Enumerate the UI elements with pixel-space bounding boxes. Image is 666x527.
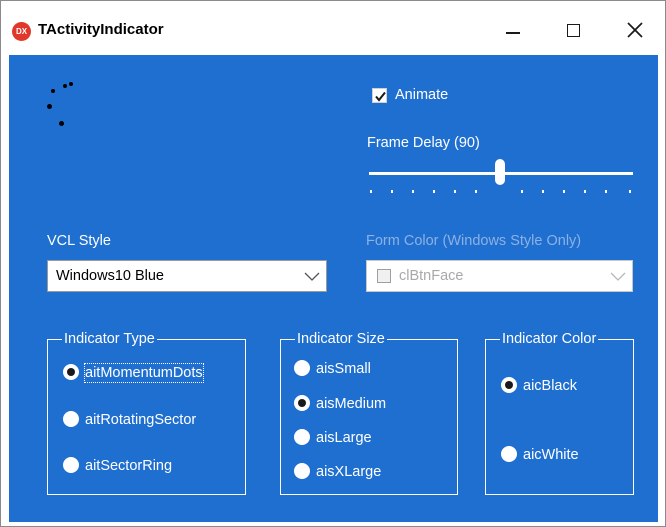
indicator-color-group: Indicator Color aicBlack aicWhite [485,330,634,495]
form-color-value: clBtnFace [399,268,464,284]
radio-button[interactable] [501,377,517,393]
radio-aitMomentumDots[interactable]: aitMomentumDots [63,362,238,384]
radio-aisXLarge[interactable]: aisXLarge [294,461,444,483]
radio-aicWhite[interactable]: aicWhite [501,444,621,466]
slider-tick [391,190,393,193]
slider-tick [629,190,631,193]
close-button[interactable] [613,9,657,47]
indicator-size-group: Indicator Size aisSmall aisMedium aisLar… [280,330,458,495]
radio-label: aisSmall [316,361,371,377]
vcl-style-label: VCL Style [47,233,111,249]
radio-selected-dot [298,399,306,407]
color-swatch [377,269,391,283]
radio-button[interactable] [501,446,517,462]
radio-aicBlack[interactable]: aicBlack [501,375,621,397]
radio-button[interactable] [63,364,79,380]
radio-label: aitSectorRing [85,458,173,474]
indicator-dot [69,82,73,86]
indicator-type-group: Indicator Type aitMomentumDots aitRotati… [47,330,246,495]
main-window: DX TActivityIndicator Animate Frame Dela… [0,0,666,527]
radio-aisLarge[interactable]: aisLarge [294,427,444,449]
frame-delay-label: Frame Delay (90) [367,135,480,151]
indicator-dot [51,89,55,93]
indicator-dot [59,121,64,126]
form-client-area: Animate Frame Delay (90) VCL Style Windo… [9,55,658,522]
vcl-style-value: Windows10 Blue [56,268,164,284]
group-title: Indicator Color [500,330,599,348]
minimize-button[interactable] [491,9,535,47]
radio-aisSmall[interactable]: aisSmall [294,358,444,380]
radio-label: aisMedium [316,396,387,412]
checkmark-icon [375,91,386,102]
form-color-label: Form Color (Windows Style Only) [366,233,582,249]
chevron-down-icon[interactable] [610,270,626,282]
radio-button[interactable] [294,360,310,376]
slider-tick [370,190,372,193]
radio-label: aicWhite [523,447,579,463]
slider-tick [454,190,456,193]
radio-button[interactable] [63,411,79,427]
vcl-style-combobox[interactable]: Windows10 Blue [47,260,327,292]
radio-button[interactable] [294,395,310,411]
minimize-icon [506,32,520,34]
maximize-button[interactable] [552,9,596,47]
slider-tick [563,190,565,193]
slider-tick [475,190,477,193]
slider-tick [584,190,586,193]
slider-tick [521,190,523,193]
activity-indicator [39,80,79,130]
animate-checkbox[interactable]: Animate [372,86,482,108]
radio-selected-dot [67,368,75,376]
maximize-icon [567,24,580,37]
close-icon [627,22,643,38]
radio-button[interactable] [294,463,310,479]
radio-button[interactable] [63,457,79,473]
radio-button[interactable] [294,429,310,445]
radio-aitSectorRing[interactable]: aitSectorRing [63,455,238,477]
window-title: TActivityIndicator [38,21,164,38]
chevron-down-icon[interactable] [304,270,320,282]
indicator-dot [63,84,67,88]
radio-label: aisXLarge [316,464,382,480]
radio-label: aicBlack [523,378,577,394]
group-title: Indicator Size [295,330,387,348]
slider-tick [433,190,435,193]
title-bar[interactable]: DX TActivityIndicator [1,1,665,55]
radio-aitRotatingSector[interactable]: aitRotatingSector [63,409,238,431]
app-icon[interactable]: DX [12,22,31,41]
indicator-dot [47,104,52,109]
radio-label: aitRotatingSector [85,412,197,428]
group-title: Indicator Type [62,330,157,348]
radio-aisMedium[interactable]: aisMedium [294,393,444,415]
checkbox-box[interactable] [372,88,387,103]
slider-tick [412,190,414,193]
radio-selected-dot [505,381,513,389]
slider-thumb[interactable] [495,159,505,185]
radio-label: aisLarge [316,430,372,446]
slider-tick [605,190,607,193]
animate-label: Animate [395,87,449,103]
form-color-combobox[interactable]: clBtnFace [366,260,633,292]
slider-tick [542,190,544,193]
radio-label: aitMomentumDots [84,363,204,383]
